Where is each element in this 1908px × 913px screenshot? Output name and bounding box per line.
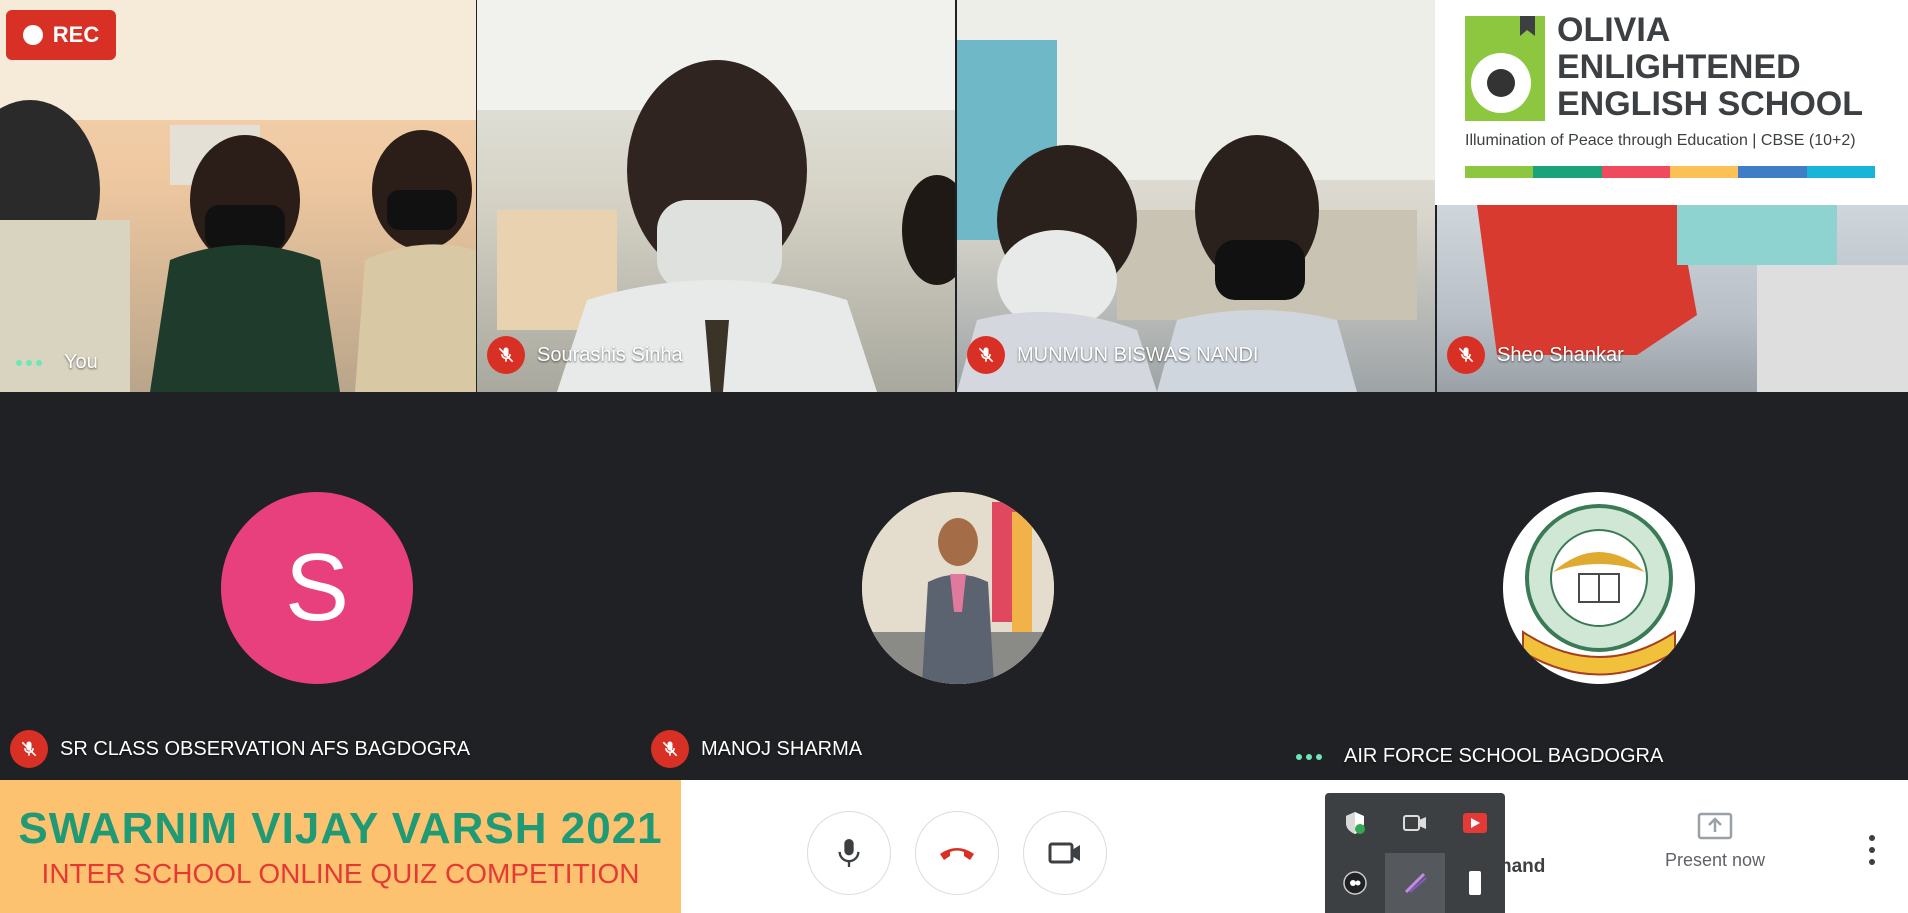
present-now-label: Present now bbox=[1664, 850, 1766, 870]
participant-name: AIR FORCE SCHOOL BAGDOGRA bbox=[1344, 745, 1664, 767]
recording-badge: REC bbox=[6, 10, 116, 60]
present-now-icon bbox=[1697, 812, 1733, 840]
banner-subtitle: INTER SCHOOL ONLINE QUIZ COMPETITION bbox=[41, 857, 640, 889]
participant-label: MANOJ SHARMA bbox=[641, 730, 862, 768]
avatar-letter: S bbox=[284, 534, 350, 641]
raise-hand-label[interactable]: hand bbox=[1500, 856, 1545, 878]
security-shield-icon[interactable] bbox=[1325, 793, 1385, 853]
school-logo-icon bbox=[1465, 16, 1545, 121]
video-device-icon[interactable] bbox=[1385, 793, 1445, 853]
event-banner: SWARNIM VIJAY VARSH 2021 INTER SCHOOL ON… bbox=[0, 780, 681, 913]
speaking-indicator-icon bbox=[1296, 753, 1322, 760]
video-tile-munmun[interactable]: MUNMUN BISWAS NANDI bbox=[957, 0, 1435, 392]
video-tile-sheo[interactable]: Sheo Shankar bbox=[1437, 205, 1908, 392]
participant-label: SR CLASS OBSERVATION AFS BAGDOGRA bbox=[0, 730, 470, 768]
participant-label: Sheo Shankar bbox=[1437, 336, 1624, 374]
system-tray-popup[interactable] bbox=[1325, 793, 1505, 913]
mic-off-icon bbox=[10, 730, 48, 768]
leave-call-button[interactable] bbox=[915, 811, 999, 895]
recording-dot-icon bbox=[22, 25, 43, 45]
microphone-button[interactable] bbox=[807, 811, 891, 895]
phone-device-icon[interactable] bbox=[1445, 853, 1505, 913]
avatar-tile-afs-bagdogra[interactable]: AIR FORCE SCHOOL BAGDOGRA bbox=[1282, 393, 1908, 780]
logo-line-2: ENLIGHTENED bbox=[1557, 48, 1801, 86]
camera-button[interactable] bbox=[1023, 811, 1107, 895]
present-now-button[interactable]: Present now bbox=[1655, 812, 1775, 871]
speaking-indicator-icon bbox=[16, 359, 42, 366]
participant-name: SR CLASS OBSERVATION AFS BAGDOGRA bbox=[60, 737, 471, 760]
avatar bbox=[862, 492, 1054, 684]
logo-tagline: Illumination of Peace through Education … bbox=[1465, 132, 1856, 149]
participant-label: You bbox=[0, 351, 98, 374]
recording-label: REC bbox=[52, 22, 100, 47]
participant-label: MUNMUN BISWAS NANDI bbox=[957, 336, 1258, 374]
participant-name: You bbox=[64, 351, 98, 373]
avatar: S bbox=[221, 492, 413, 684]
video-tile-you[interactable]: REC You bbox=[0, 0, 476, 392]
video-tile-sourashis[interactable]: Sourashis Sinha bbox=[477, 0, 955, 392]
mic-off-icon bbox=[651, 730, 689, 768]
microphone-icon bbox=[838, 839, 860, 867]
participant-name: Sourashis Sinha bbox=[537, 343, 683, 366]
avatar-tile-manoj[interactable]: MANOJ SHARMA bbox=[641, 393, 1281, 780]
camera-icon bbox=[1048, 842, 1080, 864]
school-logo-text: OLIVIA ENLIGHTENED ENGLISH SCHOOL bbox=[1557, 12, 1863, 123]
app-tray-icon[interactable] bbox=[1325, 853, 1385, 913]
banner-title: SWARNIM VIJAY VARSH 2021 bbox=[18, 803, 663, 853]
hang-up-icon bbox=[940, 848, 974, 860]
more-options-icon bbox=[1869, 835, 1875, 865]
mic-off-icon bbox=[487, 336, 525, 374]
more-options-button[interactable] bbox=[1860, 835, 1884, 875]
participant-label: AIR FORCE SCHOOL BAGDOGRA bbox=[1282, 745, 1663, 768]
screen-recorder-icon[interactable] bbox=[1445, 793, 1505, 853]
participant-label: Sourashis Sinha bbox=[477, 336, 683, 374]
video-feed-munmun bbox=[957, 0, 1435, 392]
logo-line-1: OLIVIA bbox=[1557, 11, 1671, 49]
participant-name: Sheo Shankar bbox=[1497, 343, 1624, 366]
avatar-tile-sr-class[interactable]: S SR CLASS OBSERVATION AFS BAGDOGRA bbox=[0, 393, 640, 780]
logo-line-3: ENGLISH SCHOOL bbox=[1557, 85, 1864, 123]
video-feed-sourashis bbox=[477, 0, 955, 392]
school-emblem-icon bbox=[1507, 496, 1691, 680]
avatar bbox=[1503, 492, 1695, 684]
mic-off-icon bbox=[1447, 336, 1485, 374]
logo-color-stripe bbox=[1465, 166, 1875, 178]
participant-name: MANOJ SHARMA bbox=[701, 737, 863, 760]
school-logo-panel: OLIVIA ENLIGHTENED ENGLISH SCHOOL Illumi… bbox=[1435, 0, 1908, 205]
pen-tool-icon[interactable] bbox=[1385, 853, 1445, 913]
participant-name: MUNMUN BISWAS NANDI bbox=[1017, 343, 1259, 366]
mic-off-icon bbox=[967, 336, 1005, 374]
